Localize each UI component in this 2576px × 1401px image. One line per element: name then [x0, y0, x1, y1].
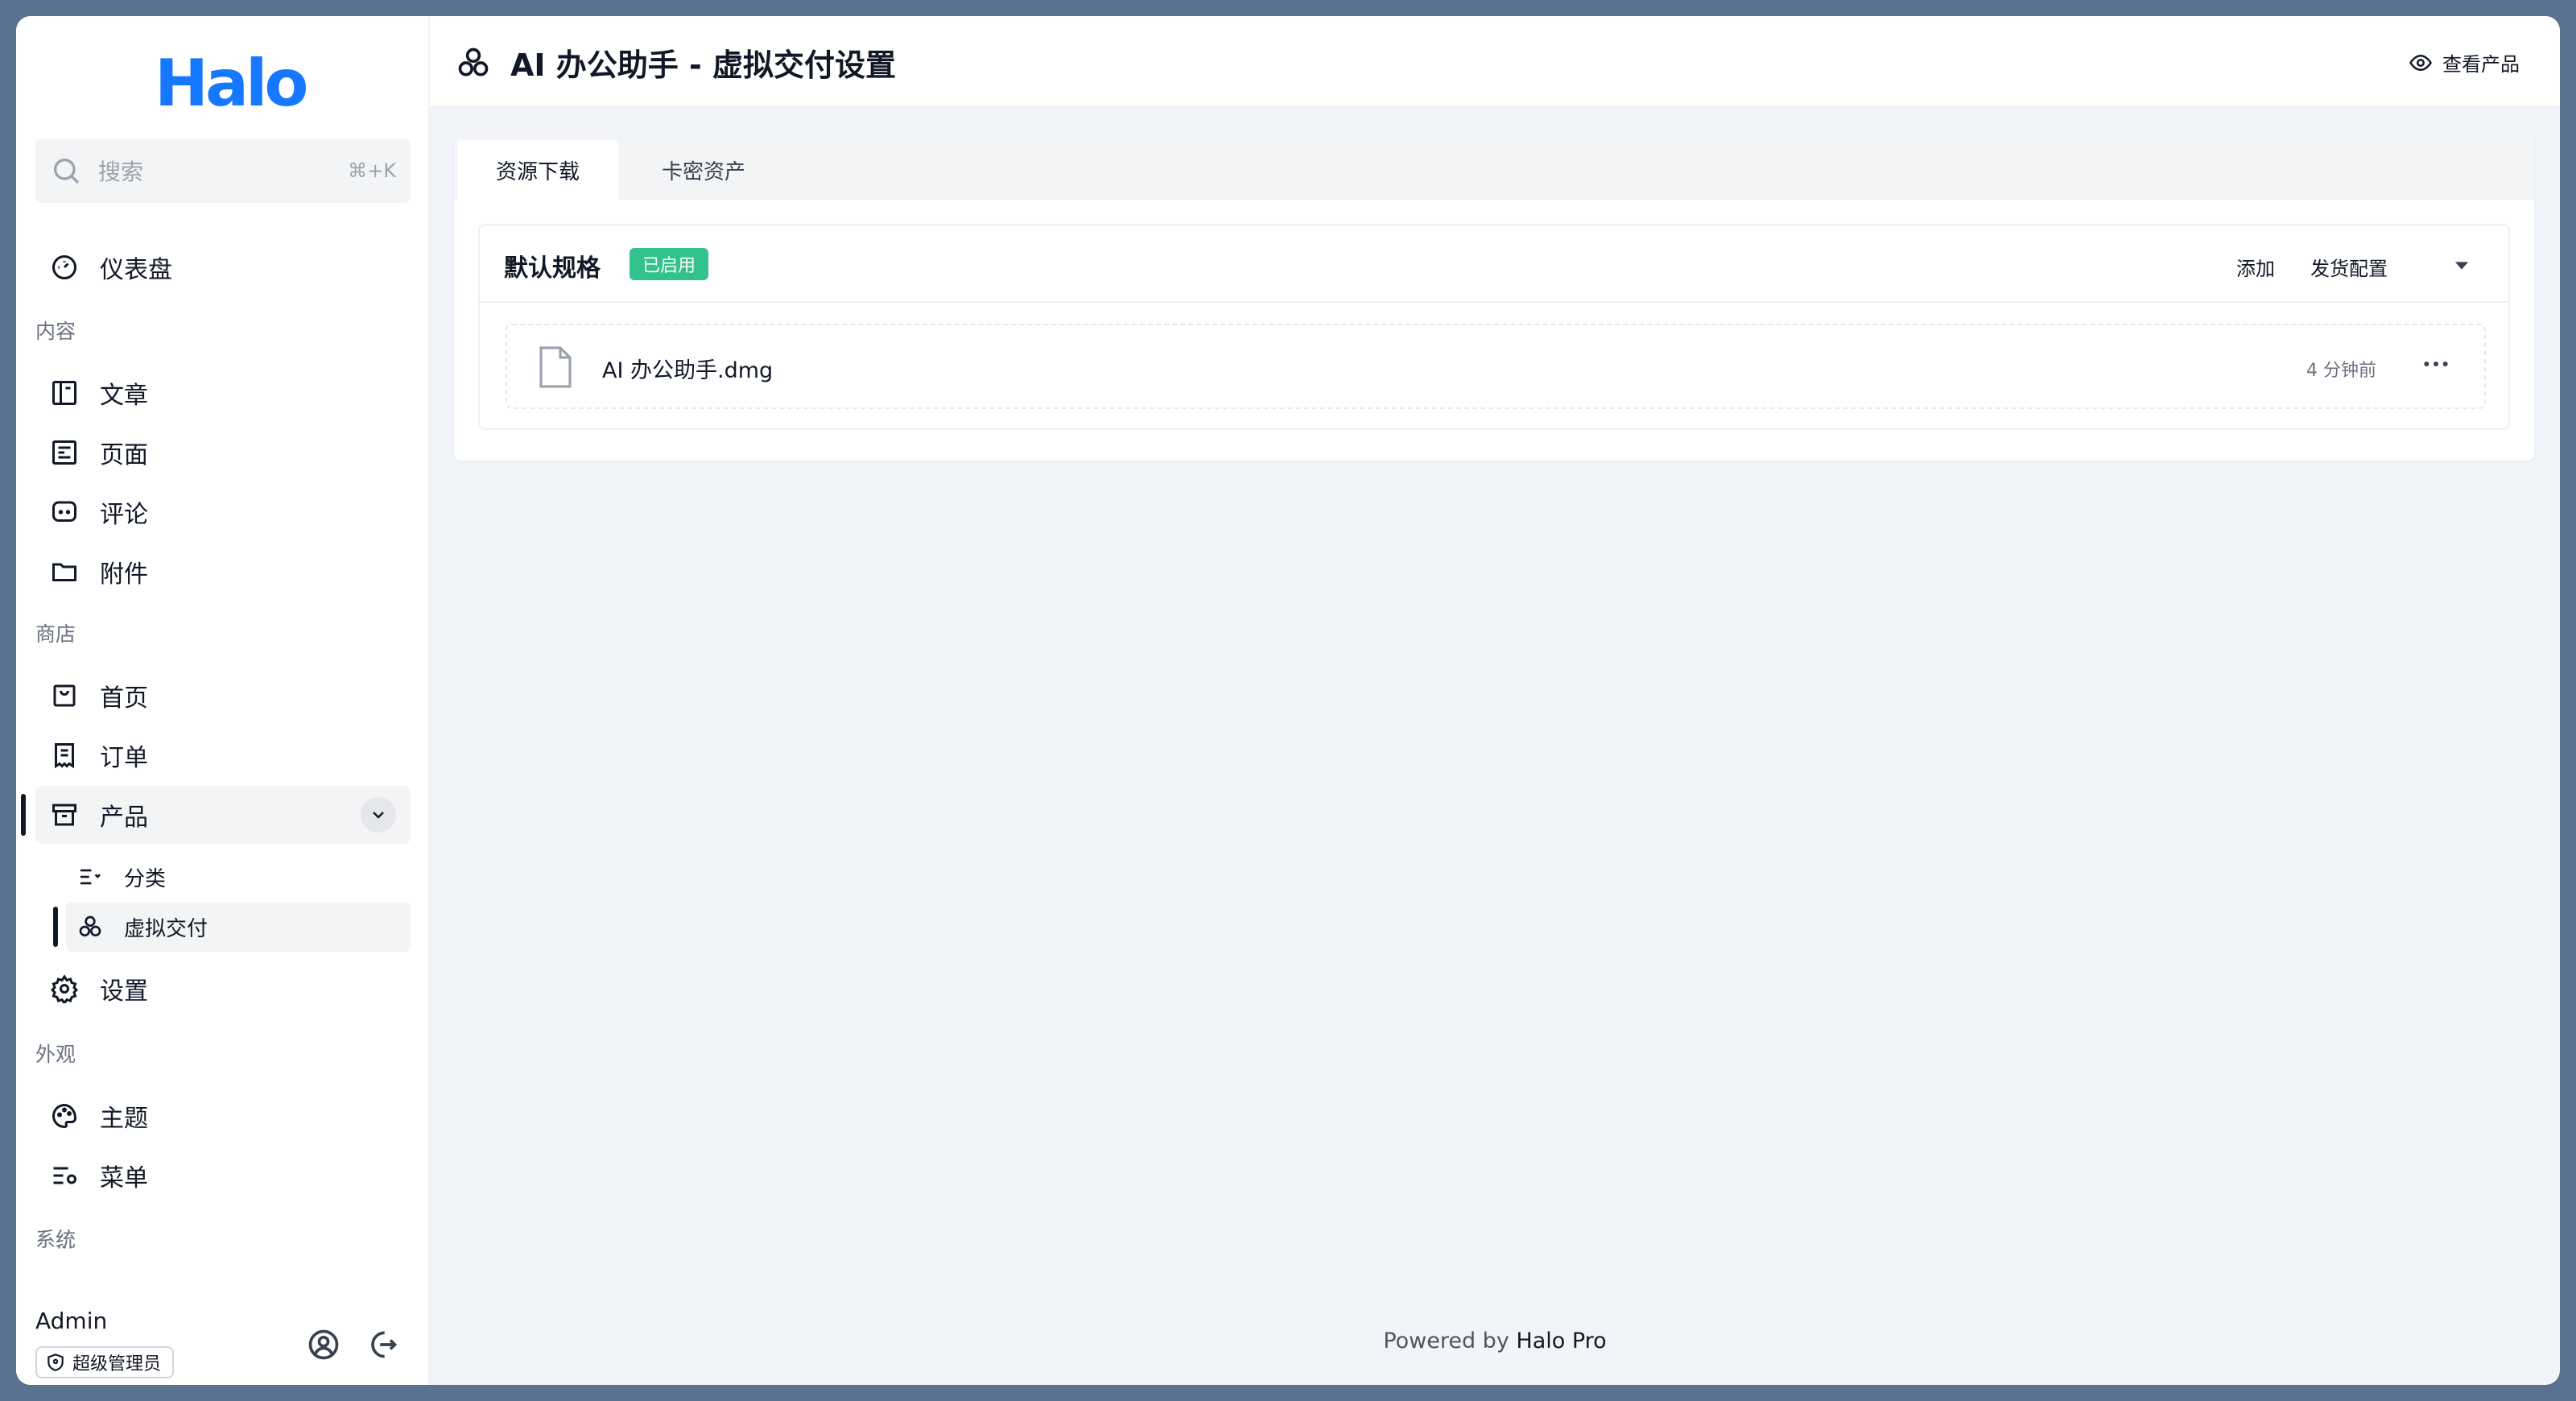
- menu-settings-icon: [53, 1167, 76, 1184]
- status-badge: 已启用: [630, 248, 709, 280]
- article-icon: [52, 381, 76, 405]
- tab-card-secret-assets[interactable]: 卡密资产: [623, 140, 784, 200]
- sidebar-item-label: 主题: [100, 1105, 148, 1133]
- more-horizontal-icon[interactable]: [2420, 348, 2452, 380]
- page-title: AI 办公助手 - 虚拟交付设置: [510, 48, 897, 83]
- search-icon: [54, 159, 80, 184]
- view-product-label: 查看产品: [2442, 53, 2520, 76]
- folder-icon: [52, 563, 76, 581]
- user-profile-icon[interactable]: [306, 1327, 341, 1362]
- sidebar-item-label: 首页: [100, 684, 148, 713]
- file-icon: [539, 346, 572, 388]
- active-indicator: [21, 794, 26, 836]
- role-label: 超级管理员: [72, 1354, 162, 1374]
- collapse-toggle[interactable]: [361, 797, 396, 833]
- sidebar-item-label: 分类: [124, 866, 167, 891]
- sidebar: Halo 搜索 ⌘+K 仪表盘 内容 文章 页面 评论 附件 商店 首页 订单 …: [16, 16, 430, 1385]
- sidebar-subitem-virtual-delivery[interactable]: 虚拟交付: [66, 902, 411, 952]
- spec-header: 默认规格 已启用 添加 发货配置: [480, 225, 2508, 303]
- footer-prefix: Powered by: [1383, 1329, 1517, 1353]
- sidebar-item-label: 虚拟交付: [124, 916, 208, 941]
- chevron-down-icon: [373, 812, 384, 819]
- sidebar-item-pages[interactable]: 页面: [35, 424, 411, 481]
- logout-icon[interactable]: [364, 1327, 399, 1362]
- cubes-icon: [79, 915, 101, 936]
- sidebar-item-orders[interactable]: 订单: [35, 726, 411, 784]
- shield-icon: [47, 1353, 64, 1371]
- sidebar-item-posts[interactable]: 文章: [35, 364, 411, 422]
- tab-resource-download[interactable]: 资源下载: [457, 140, 619, 200]
- view-product-button[interactable]: 查看产品: [2409, 48, 2520, 76]
- halo-logo[interactable]: Halo: [155, 45, 316, 122]
- shopping-bag-icon: [53, 684, 76, 707]
- search-shortcut: ⌘+K: [348, 159, 396, 182]
- add-button[interactable]: 添加: [2236, 253, 2275, 281]
- sidebar-item-settings[interactable]: 设置: [35, 960, 411, 1018]
- sidebar-item-products[interactable]: 产品: [35, 786, 411, 844]
- comment-icon: [52, 501, 76, 522]
- more-items[interactable]: ···: [56, 1238, 73, 1258]
- sidebar-item-comments[interactable]: 评论: [35, 483, 411, 541]
- sidebar-item-dashboard[interactable]: 仪表盘: [35, 238, 411, 296]
- page-header: AI 办公助手 - 虚拟交付设置 查看产品: [430, 16, 2560, 108]
- sidebar-item-themes[interactable]: 主题: [35, 1087, 411, 1145]
- sidebar-item-attachments[interactable]: 附件: [35, 543, 411, 601]
- file-name: AI 办公助手.dmg: [602, 358, 774, 383]
- archive-icon: [52, 804, 76, 826]
- sidebar-item-label: 菜单: [100, 1164, 148, 1192]
- sidebar-item-label: 订单: [100, 744, 148, 772]
- file-timestamp: 4 分钟前: [2306, 361, 2376, 381]
- spec-title: 默认规格: [504, 254, 601, 283]
- role-badge: 超级管理员: [35, 1346, 175, 1378]
- nav-group-appearance: 外观: [35, 1043, 76, 1066]
- receipt-icon: [55, 743, 74, 769]
- eye-icon: [2409, 54, 2432, 71]
- caret-down-icon[interactable]: [2450, 254, 2473, 277]
- list-filter-icon: [80, 869, 101, 885]
- sidebar-item-label: 设置: [100, 977, 148, 1006]
- footer: Powered by Halo Pro: [430, 1329, 2560, 1353]
- shipping-config-button[interactable]: 发货配置: [2310, 253, 2388, 281]
- sidebar-item-shop-home[interactable]: 首页: [35, 667, 411, 725]
- page-icon: [52, 440, 76, 465]
- sidebar-subitem-categories[interactable]: 分类: [66, 852, 411, 902]
- sidebar-item-label: 评论: [100, 501, 148, 529]
- footer-brand-link[interactable]: Halo Pro: [1516, 1329, 1606, 1353]
- app-window: Halo 搜索 ⌘+K 仪表盘 内容 文章 页面 评论 附件 商店 首页 订单 …: [16, 16, 2560, 1385]
- delivery-card: 资源下载 卡密资产 默认规格 已启用 添加 发货配置 AI 办公助手.dmg 4…: [454, 132, 2534, 461]
- sidebar-item-menus[interactable]: 菜单: [35, 1147, 411, 1205]
- active-indicator: [53, 907, 58, 947]
- nav-group-shop: 商店: [35, 622, 76, 646]
- sidebar-item-label: 页面: [100, 441, 148, 469]
- sidebar-item-label: 产品: [100, 804, 148, 832]
- sidebar-item-label: 附件: [100, 560, 148, 589]
- sidebar-item-label: 文章: [100, 382, 148, 410]
- file-row[interactable]: AI 办公助手.dmg 4 分钟前: [506, 324, 2486, 409]
- gauge-icon: [52, 255, 76, 279]
- sidebar-item-label: 仪表盘: [100, 256, 172, 284]
- nav-group-content: 内容: [35, 320, 76, 343]
- search-bar[interactable]: 搜索 ⌘+K: [35, 138, 411, 203]
- search-placeholder: 搜索: [98, 159, 144, 185]
- palette-icon: [52, 1103, 77, 1129]
- gear-icon: [50, 974, 79, 1003]
- cubes-icon: [458, 48, 489, 76]
- spec-panel: 默认规格 已启用 添加 发货配置 AI 办公助手.dmg 4 分钟前: [478, 224, 2510, 430]
- user-name: Admin: [35, 1308, 108, 1334]
- tab-bar: 资源下载 卡密资产: [454, 132, 2534, 200]
- main-content: AI 办公助手 - 虚拟交付设置 查看产品 资源下载 卡密资产 默认规格 已启用…: [430, 16, 2560, 1385]
